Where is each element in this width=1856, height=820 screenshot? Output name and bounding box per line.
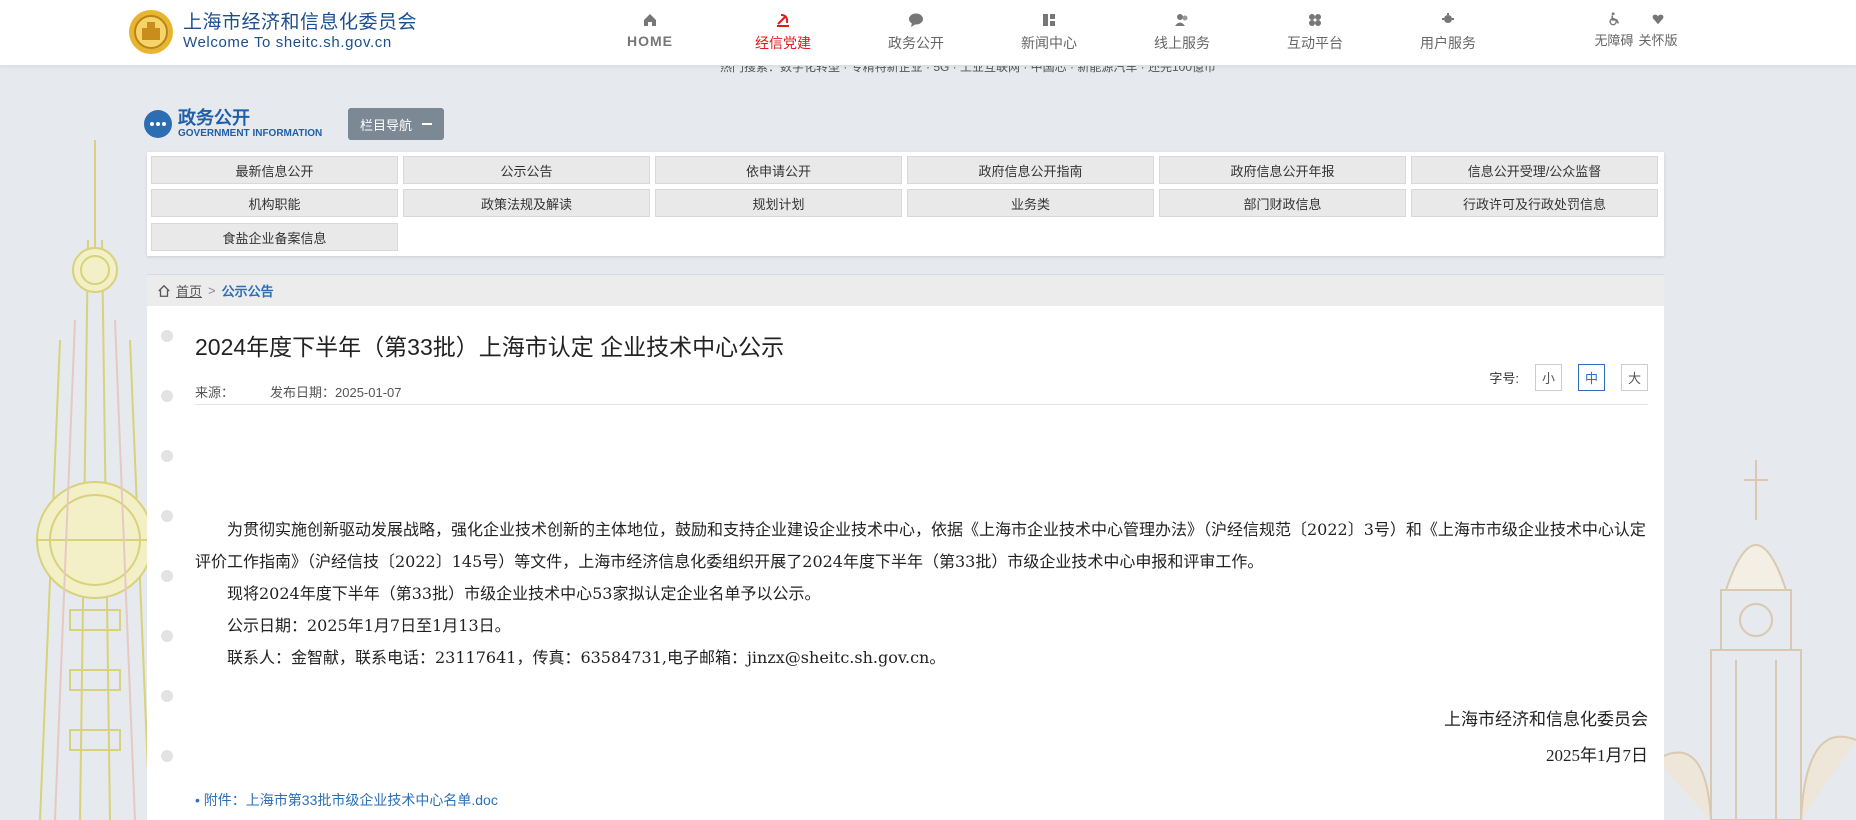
category-panel: 最新信息公开 公示公告 依申请公开 政府信息公开指南 政府信息公开年报 信息公开… — [147, 152, 1664, 256]
collapse-icon — [422, 123, 432, 125]
emblem-icon — [129, 10, 173, 54]
category-public-supervision[interactable]: 信息公开受理/公众监督 — [1411, 156, 1658, 184]
nav-home[interactable]: HOME — [600, 12, 700, 49]
site-header: 上海市经济和信息化委员会 Welcome To sheitc.sh.gov.cn… — [0, 0, 1856, 66]
article-title: 2024年度下半年（第33批）上海市认定 企业技术中心公示 — [195, 334, 785, 360]
article-paragraph: 为贯彻实施创新驱动发展战略，强化企业技术创新的主体地位，鼓励和支持企业建设企业技… — [195, 520, 1646, 571]
category-salt-registration[interactable]: 食盐企业备案信息 — [151, 223, 398, 251]
nav-interaction[interactable]: 互动平台 — [1265, 12, 1365, 53]
nav-party-building[interactable]: 经信党建 — [733, 12, 833, 53]
font-size-large-button[interactable]: 大 — [1621, 364, 1648, 391]
font-size-small-button[interactable]: 小 — [1535, 364, 1562, 391]
chat-icon — [866, 12, 966, 30]
category-plans[interactable]: 规划计划 — [655, 189, 902, 217]
article-paragraph: 联系人：金智献，联系电话：23117641，传真：63584731,电子邮箱：j… — [227, 648, 946, 667]
site-logo[interactable]: 上海市经济和信息化委员会 Welcome To sheitc.sh.gov.cn — [127, 8, 417, 56]
nav-online-service[interactable]: 线上服务 — [1132, 12, 1232, 53]
section-title-en: GOVERNMENT INFORMATION — [178, 128, 323, 139]
signature: 上海市经济和信息化委员会 2025年1月7日 — [1444, 702, 1648, 774]
category-notices[interactable]: 公示公告 — [403, 156, 650, 184]
article-panel: 首页 > 公示公告 2024年度下半年（第33批）上海市认定 企业技术中心公示 … — [147, 274, 1664, 820]
article-paragraph: 现将2024年度下半年（第33批）市级企业技术中心53家拟认定企业名单予以公示。 — [227, 584, 821, 603]
column-nav-button[interactable]: 栏目导航 — [348, 108, 444, 140]
nav-news-center[interactable]: 新闻中心 — [999, 12, 1099, 53]
breadcrumb: 首页 > 公示公告 — [147, 274, 1664, 306]
clock-tower-illustration — [1656, 460, 1856, 820]
publish-date: 发布日期：2025-01-07 — [270, 385, 402, 400]
category-annual-report[interactable]: 政府信息公开年报 — [1159, 156, 1406, 184]
nav-gov-info[interactable]: 政务公开 — [866, 12, 966, 53]
interact-icon — [1265, 12, 1365, 30]
category-finance[interactable]: 部门财政信息 — [1159, 189, 1406, 217]
logo-title-cn: 上海市经济和信息化委员会 — [183, 12, 418, 33]
attachment-link[interactable]: • 附件：上海市第33批市级企业技术中心名单.doc — [195, 790, 498, 810]
category-guide[interactable]: 政府信息公开指南 — [907, 156, 1154, 184]
breadcrumb-home[interactable]: 首页 — [176, 281, 202, 300]
font-size-medium-button[interactable]: 中 — [1578, 364, 1605, 391]
category-functions[interactable]: 机构职能 — [151, 189, 398, 217]
breadcrumb-current[interactable]: 公示公告 — [222, 281, 274, 300]
article-paragraph: 公示日期：2025年1月7日至1月13日。 — [227, 616, 511, 635]
font-size-control: 字号: 小 中 大 — [1489, 364, 1648, 391]
signature-org: 上海市经济和信息化委员会 — [1444, 710, 1648, 729]
divider — [195, 404, 1648, 405]
category-latest-info[interactable]: 最新信息公开 — [151, 156, 398, 184]
party-emblem-icon — [733, 12, 833, 30]
care-mode-link[interactable]: 关怀版 — [1638, 12, 1678, 49]
category-on-request[interactable]: 依申请公开 — [655, 156, 902, 184]
wheelchair-icon — [1609, 12, 1620, 26]
people-icon — [1132, 12, 1232, 30]
section-title: 政务公开 GOVERNMENT INFORMATION — [144, 108, 322, 139]
logo-title-en: Welcome To sheitc.sh.gov.cn — [183, 34, 392, 51]
accessibility-link[interactable]: 无障碍 — [1594, 12, 1634, 49]
chat-bubble-icon — [144, 109, 172, 138]
breadcrumb-separator: > — [208, 283, 216, 298]
article-meta: 来源： 发布日期：2025-01-07 — [195, 382, 402, 401]
nav-user-service[interactable]: 用户服务 — [1398, 12, 1498, 53]
source-label: 来源： — [195, 385, 235, 400]
user-service-icon — [1398, 12, 1498, 30]
news-icon — [999, 12, 1099, 30]
category-business[interactable]: 业务类 — [907, 189, 1154, 217]
home-icon — [158, 284, 170, 297]
category-policies[interactable]: 政策法规及解读 — [403, 189, 650, 217]
category-licensing[interactable]: 行政许可及行政处罚信息 — [1411, 189, 1658, 217]
home-icon — [600, 12, 700, 30]
heart-icon — [1652, 14, 1664, 25]
signature-date: 2025年1月7日 — [1546, 746, 1648, 765]
article-body: 为贯彻实施创新驱动发展战略，强化企业技术创新的主体地位，鼓励和支持企业建设企业技… — [195, 514, 1648, 674]
section-title-cn: 政务公开 — [178, 108, 250, 128]
font-size-label: 字号: — [1489, 371, 1519, 386]
